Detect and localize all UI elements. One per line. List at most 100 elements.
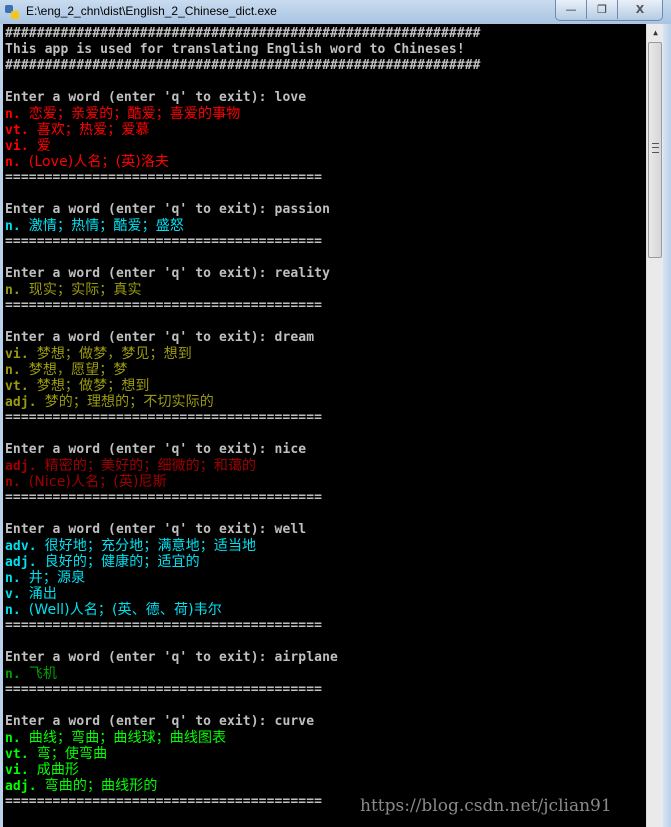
part-of-speech: vt. [5,379,29,394]
prompt-text: Enter a word (enter 'q' to exit): [5,522,275,537]
definition-text: 飞机 [28,666,57,682]
definition-line: n. (Nice)人名；(英)尼斯 [5,474,481,490]
definition-line: n. 井；源泉 [5,570,481,586]
definition-line: n. 曲线；弯曲；曲线球；曲线图表 [5,730,481,746]
part-of-speech: adj. [5,779,37,794]
definition-text: (Nice)人名；(英)尼斯 [28,474,167,490]
definition-text: 曲线；弯曲；曲线球；曲线图表 [28,730,227,746]
prompt-line: Enter a word (enter 'q' to exit): dream [5,330,481,346]
definition-text: 激情；热情；酷爱；盛怒 [28,218,184,234]
definition-text: 爱 [36,138,51,154]
part-of-speech: v. [5,587,21,602]
close-icon: X [635,3,645,16]
input-word: curve [274,714,315,729]
part-of-speech: n. [5,475,21,490]
minimize-button[interactable]: — [556,0,587,19]
restore-icon: ❐ [597,3,607,16]
definition-line: n. 恋爱；亲爱的；酷爱；喜爱的事物 [5,106,481,122]
part-of-speech: vt. [5,123,29,138]
definition-line: n. (Well)人名；(英、德、荷)韦尔 [5,602,481,618]
prompt-line: Enter a word (enter 'q' to exit): passio… [5,202,481,218]
separator-line: ======================================== [5,298,323,313]
definition-text: 精密的；美好的；细微的；和蔼的 [44,458,257,474]
maximize-button[interactable]: ❐ [587,0,618,19]
part-of-speech: n. [5,219,21,234]
vertical-scrollbar[interactable]: ▲ [646,24,664,827]
definition-line: vi. 成曲形 [5,762,481,778]
definition-text: (Well)人名；(英、德、荷)韦尔 [28,602,222,618]
part-of-speech: vi. [5,139,29,154]
definition-line: adj. 良好的；健康的；适宜的 [5,554,481,570]
separator-line: ======================================== [5,170,323,185]
scrollbar-thumb[interactable] [648,42,662,258]
definition-line: adj. 弯曲的；曲线形的 [5,778,481,794]
input-word: reality [274,266,331,281]
definition-text: 喜欢；热爱；爱慕 [36,122,150,138]
window-title: E:\eng_2_chn\dist\English_2_Chinese_dict… [26,4,277,18]
prompt-line: Enter a word (enter 'q' to exit): love [5,90,481,106]
prompt-text: Enter a word (enter 'q' to exit): [5,90,275,105]
definition-line: vi. 梦想；做梦，梦见；想到 [5,346,481,362]
part-of-speech: n. [5,107,21,122]
definition-text: 成曲形 [36,762,80,778]
definition-text: 弯；使弯曲 [36,746,108,762]
part-of-speech: n. [5,155,21,170]
definition-line: adj. 梦的；理想的；不切实际的 [5,394,481,410]
definition-text: 井；源泉 [28,570,86,586]
part-of-speech: n. [5,603,21,618]
definition-line: vt. 弯；使弯曲 [5,746,481,762]
grip-icon [652,143,659,153]
scroll-up-button[interactable]: ▲ [647,24,664,41]
prompt-text: Enter a word (enter 'q' to exit): [5,266,275,281]
definition-line: n. 飞机 [5,666,481,682]
prompt-text: Enter a word (enter 'q' to exit): [5,714,275,729]
header-message: This app is used for translating English… [5,42,465,57]
definition-text: 梦的；理想的；不切实际的 [44,394,214,410]
separator-line: ======================================== [5,618,323,633]
part-of-speech: adj. [5,555,37,570]
prompt-line: Enter a word (enter 'q' to exit): curve [5,714,481,730]
python-icon [5,5,19,19]
minimize-icon: — [565,3,577,16]
close-button[interactable]: X [618,0,662,19]
part-of-speech: vt. [5,747,29,762]
definition-line: n. 梦想，愿望；梦 [5,362,481,378]
window-controls: — ❐ X [555,0,663,21]
definition-text: 恋爱；亲爱的；酷爱；喜爱的事物 [28,106,241,122]
definition-text: 现实；实际；真实 [28,282,142,298]
input-word: nice [274,442,307,457]
part-of-speech: vi. [5,347,29,362]
definition-text: 涌出 [28,586,57,602]
prompt-text: Enter a word (enter 'q' to exit): [5,202,275,217]
part-of-speech: adj. [5,395,37,410]
separator-line: ======================================== [5,234,323,249]
definition-text: (Love)人名；(英)洛夫 [28,154,170,170]
console-output[interactable]: ########################################… [3,24,646,827]
header-border: ########################################… [5,58,481,73]
part-of-speech: adv. [5,539,37,554]
definition-line: adj. 精密的；美好的；细微的；和蔼的 [5,458,481,474]
definition-line: n. 激情；热情；酷爱；盛怒 [5,218,481,234]
definition-text: 梦想；做梦；想到 [36,378,150,394]
definition-line: n. 现实；实际；真实 [5,282,481,298]
separator-line: ======================================== [5,410,323,425]
definition-text: 弯曲的；曲线形的 [44,778,158,794]
part-of-speech: n. [5,667,21,682]
arrow-up-icon: ▲ [653,28,658,37]
definition-text: 梦想；做梦，梦见；想到 [36,346,192,362]
input-word: passion [274,202,331,217]
console-lines: ########################################… [5,26,481,810]
part-of-speech: n. [5,283,21,298]
definition-line: v. 涌出 [5,586,481,602]
part-of-speech: adj. [5,459,37,474]
header-border: ########################################… [5,26,481,41]
separator-line: ======================================== [5,490,323,505]
definition-line: vt. 梦想；做梦；想到 [5,378,481,394]
definition-line: vi. 爱 [5,138,481,154]
